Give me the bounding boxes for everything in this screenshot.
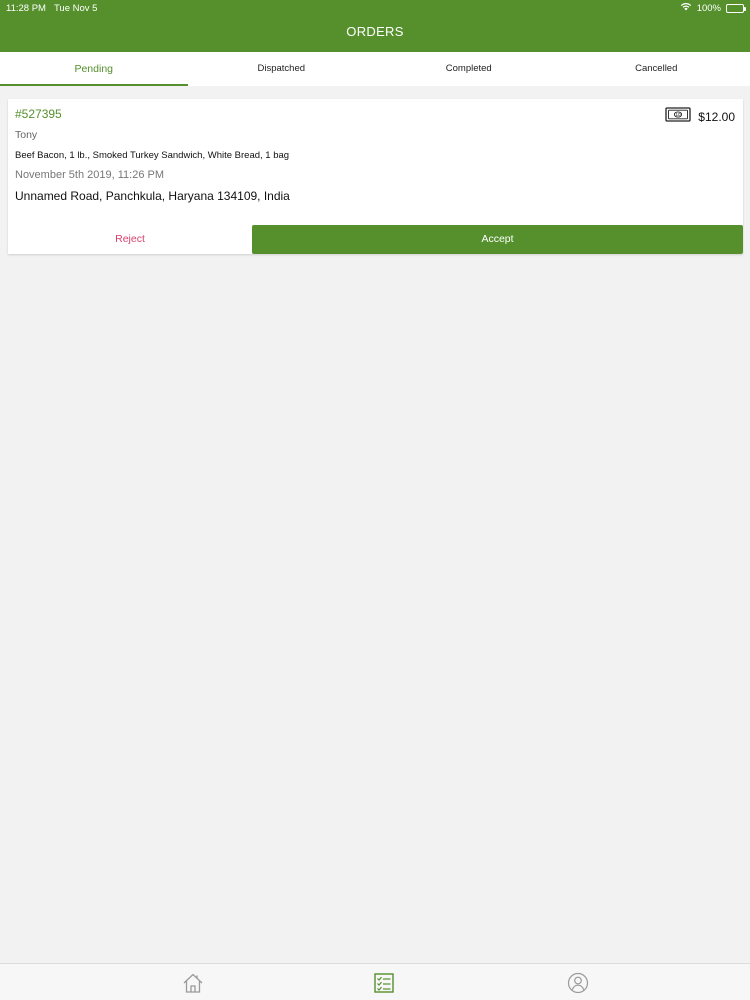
accept-button[interactable]: Accept: [252, 225, 743, 254]
app-header: 11:28 PM Tue Nov 5 100% ORDERS: [0, 0, 750, 52]
page-title: ORDERS: [346, 24, 404, 39]
delivery-address: Unnamed Road, Panchkula, Haryana 134109,…: [15, 189, 290, 203]
status-time: 11:28 PM: [6, 2, 46, 14]
cash-icon: 10: [665, 107, 691, 127]
tab-cancelled[interactable]: Cancelled: [563, 52, 750, 86]
status-date: Tue Nov 5: [53, 2, 98, 14]
order-id: #527395: [15, 107, 62, 121]
order-date: November 5th 2019, 11:26 PM: [15, 169, 164, 181]
wifi-icon: [680, 2, 692, 14]
orders-list-icon[interactable]: [373, 972, 395, 994]
tab-dispatched[interactable]: Dispatched: [188, 52, 376, 86]
profile-icon[interactable]: [567, 972, 589, 994]
order-price-group: 10 $12.00: [665, 107, 735, 127]
home-icon[interactable]: [182, 972, 204, 994]
svg-text:10: 10: [676, 112, 682, 117]
battery-icon: [726, 3, 746, 13]
customer-name: Tony: [15, 129, 38, 141]
order-price: $12.00: [698, 110, 735, 124]
battery-percent: 100%: [696, 2, 721, 14]
bottom-nav: [0, 963, 750, 1000]
order-status-tabs: Pending Dispatched Completed Cancelled: [0, 52, 750, 86]
tab-completed[interactable]: Completed: [375, 52, 563, 86]
order-card[interactable]: #527395 10 $12.00 Tony Beef Bacon, 1 lb.…: [8, 99, 743, 254]
status-bar: 11:28 PM Tue Nov 5 100%: [0, 0, 750, 16]
reject-button[interactable]: Reject: [8, 225, 252, 254]
tab-pending[interactable]: Pending: [0, 52, 188, 86]
order-items: Beef Bacon, 1 lb., Smoked Turkey Sandwic…: [15, 150, 290, 161]
